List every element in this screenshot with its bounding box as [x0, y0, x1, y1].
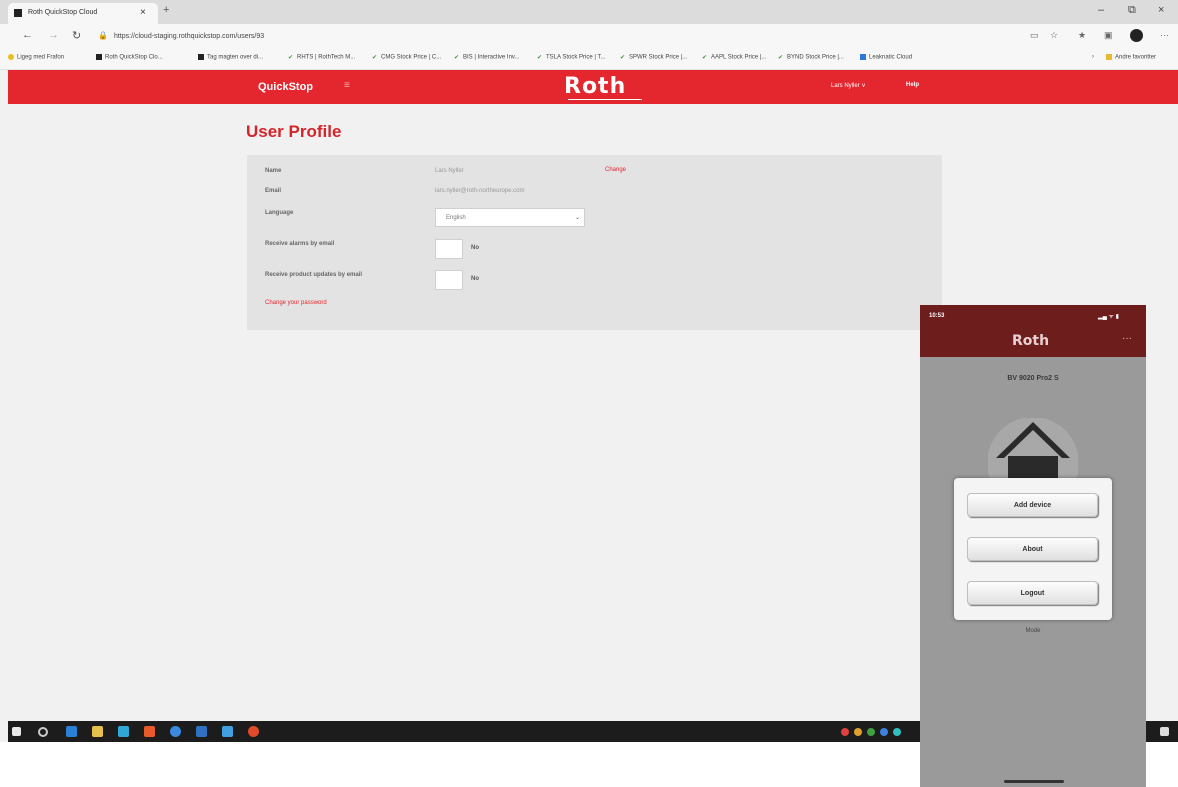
roth-logo: Roth: [564, 74, 627, 99]
close-tab-icon[interactable]: ×: [140, 7, 146, 18]
page-title: User Profile: [246, 122, 342, 141]
bookmark-item[interactable]: Ligeg med Frafon: [8, 54, 64, 61]
url-field[interactable]: 🔒 https://cloud-staging.rothquickstop.com…: [98, 28, 998, 44]
updates-email-toggle[interactable]: No: [435, 270, 491, 290]
chevron-down-icon: ⌄: [575, 215, 581, 221]
alarms-email-toggle[interactable]: No: [435, 239, 491, 259]
name-value: Lars Nyller: [435, 168, 464, 174]
tray-icon[interactable]: [854, 728, 862, 736]
reload-icon[interactable]: ↻: [72, 29, 81, 42]
close-window-icon[interactable]: ×: [1158, 4, 1164, 16]
phone-app-header: 10:53 ▂▄ ᯤ ▮ Roth ···: [920, 305, 1146, 357]
phone-menu-popup: Add device About Logout: [954, 478, 1112, 620]
back-icon[interactable]: ←: [22, 29, 33, 41]
maximize-icon[interactable]: ⧉: [1128, 4, 1136, 17]
more-options-icon[interactable]: ···: [1122, 333, 1132, 344]
bookmark-item[interactable]: ✔ BIS | Interactive Inv...: [454, 54, 519, 61]
browser-tab[interactable]: Roth QuickStop Cloud ×: [8, 3, 158, 24]
tray-icon[interactable]: [841, 728, 849, 736]
email-value: lars.nyller@roth-northeurope.com: [435, 188, 525, 194]
notifications-icon[interactable]: [1160, 727, 1169, 736]
address-bar-row: ← → ↻ 🔒 https://cloud-staging.rothquickst…: [0, 24, 1178, 48]
file-explorer-icon[interactable]: [92, 726, 103, 737]
bookmark-item[interactable]: Leaknatic Cloud: [860, 54, 912, 61]
minimize-icon[interactable]: –: [1098, 4, 1104, 16]
toggle-knob: [435, 239, 463, 259]
name-label: Name: [265, 168, 282, 174]
phone-roth-logo: Roth: [1012, 333, 1050, 349]
language-value: English: [446, 215, 466, 221]
url-text: https://cloud-staging.rothquickstop.com/…: [113, 33, 265, 40]
phone-status-icons: ▂▄ ᯤ ▮: [1098, 314, 1119, 320]
add-device-button[interactable]: Add device: [967, 493, 1098, 517]
updates-email-label: Receive product updates by email: [265, 272, 363, 278]
phone-screenshot: 10:53 ▂▄ ᯤ ▮ Roth ··· BV 9020 Pro2 S Add…: [920, 305, 1146, 787]
forward-icon[interactable]: →: [48, 29, 59, 41]
bookmark-item[interactable]: Tag magten over di...: [198, 54, 263, 61]
other-bookmarks-folder[interactable]: Andre favoritter: [1106, 54, 1156, 61]
bookmark-item[interactable]: ✔ BYND Stock Price |...: [778, 54, 844, 61]
tab-favicon-icon: [14, 9, 22, 17]
tab-title: Roth QuickStop Cloud: [28, 9, 98, 16]
bookmark-item[interactable]: ✔ CMG Stock Price | C...: [372, 54, 441, 61]
collections-icon[interactable]: ▣: [1104, 30, 1113, 41]
bookmark-item[interactable]: ✔ AAPL Stock Price |...: [702, 54, 766, 61]
user-menu[interactable]: Lars Nyller ∨: [831, 82, 866, 89]
brand-name[interactable]: QuickStop: [258, 81, 313, 93]
mode-label: Mode: [1025, 628, 1041, 634]
app-header: QuickStop ≡ Roth Lars Nyller ∨ Help: [8, 70, 1178, 104]
bookmark-item[interactable]: ✔ TSLA Stock Price | T...: [537, 54, 605, 61]
phone-time: 10:53: [929, 313, 945, 319]
bookmark-item[interactable]: ✔ RHTS | RothTech M...: [288, 54, 355, 61]
device-name: BV 9020 Pro2 S: [1007, 375, 1059, 382]
reader-icon[interactable]: ▭: [1030, 30, 1039, 41]
taskbar-app-icon[interactable]: [66, 726, 77, 737]
home-indicator: [1004, 780, 1064, 783]
tray-icon[interactable]: [867, 728, 875, 736]
updates-email-value: No: [471, 276, 479, 282]
tray-icon[interactable]: [893, 728, 901, 736]
search-icon[interactable]: [38, 727, 48, 737]
menu-icon[interactable]: ≡: [344, 80, 350, 91]
toggle-knob: [435, 270, 463, 290]
bookmark-item[interactable]: Roth QuickStop Clo...: [96, 54, 163, 61]
alarms-email-value: No: [471, 245, 479, 251]
change-password-link[interactable]: Change your password: [265, 300, 327, 306]
help-link[interactable]: Help: [906, 82, 919, 88]
new-tab-icon[interactable]: +: [163, 4, 169, 16]
alarms-email-label: Receive alarms by email: [265, 241, 335, 247]
browser-tab-bar: Roth QuickStop Cloud × + – ⧉ ×: [0, 0, 1178, 24]
bookmark-item[interactable]: ✔ SPWR Stock Price |...: [620, 54, 687, 61]
about-button[interactable]: About: [967, 537, 1098, 561]
taskbar-app-icon[interactable]: [248, 726, 259, 737]
change-name-link[interactable]: Change: [605, 167, 626, 173]
taskbar-app-icon[interactable]: [170, 726, 181, 737]
more-options-icon[interactable]: ···: [1160, 30, 1169, 40]
bookmark-overflow-icon[interactable]: ›: [1092, 54, 1094, 60]
favorite-star-icon[interactable]: ☆: [1050, 30, 1058, 41]
lock-icon: 🔒: [98, 31, 108, 40]
favorites-icon[interactable]: ★: [1078, 30, 1086, 41]
start-icon[interactable]: [12, 727, 21, 736]
taskbar-app-icon[interactable]: [196, 726, 207, 737]
language-select[interactable]: English ⌄: [435, 208, 585, 227]
bookmarks-bar: Ligeg med Frafon Roth QuickStop Clo... T…: [0, 48, 1178, 70]
edge-browser-icon[interactable]: [118, 726, 129, 737]
taskbar-app-icon[interactable]: [222, 726, 233, 737]
email-label: Email: [265, 188, 282, 194]
language-label: Language: [265, 210, 294, 216]
tray-icon[interactable]: [880, 728, 888, 736]
logout-button[interactable]: Logout: [967, 581, 1098, 605]
profile-avatar-icon[interactable]: [1130, 29, 1143, 42]
taskbar-app-icon[interactable]: [144, 726, 155, 737]
profile-panel: Name Lars Nyller Change Email lars.nylle…: [247, 155, 942, 330]
logo-underline: [568, 99, 642, 100]
